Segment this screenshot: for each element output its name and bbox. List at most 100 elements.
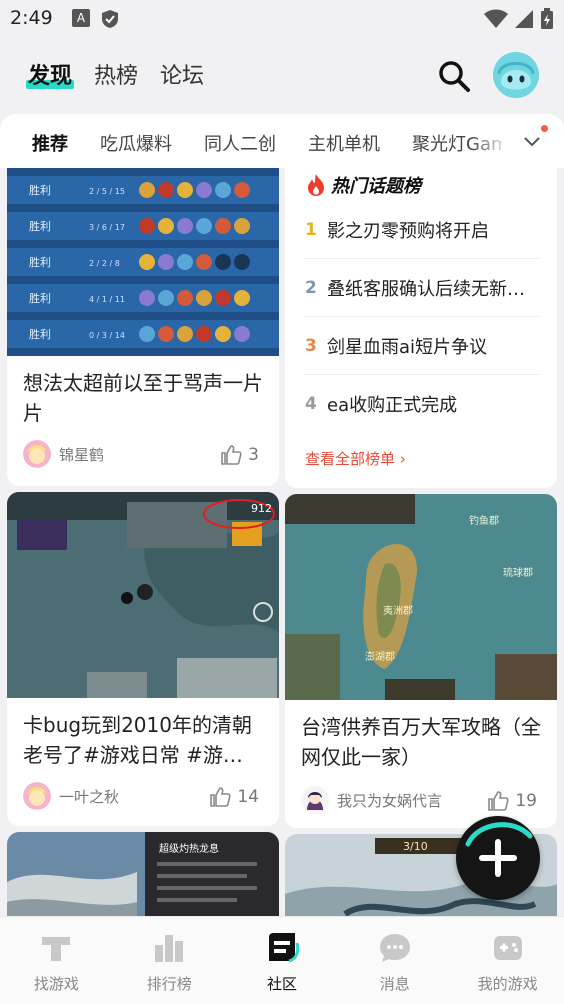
hot-topic-item[interactable]: 2 叠纸客服确认后续无新增氪金池 bbox=[305, 259, 539, 317]
nav-find-games[interactable]: 找游戏 bbox=[0, 917, 113, 1004]
subtab-fanart[interactable]: 同人二创 bbox=[204, 130, 276, 156]
match-stats: 2 / 2 / 8 bbox=[89, 259, 120, 268]
overlay-title: 超级灼热龙息 bbox=[159, 842, 219, 855]
item-icon bbox=[215, 254, 231, 270]
item-icon bbox=[139, 182, 155, 198]
chevron-down-icon[interactable] bbox=[522, 132, 542, 152]
tab-hot-list[interactable]: 热榜 bbox=[94, 58, 138, 90]
category-tabs: 推荐 吃瓜爆料 同人二创 主机单机 聚光灯Game bbox=[0, 114, 564, 168]
post-image-match-history: 胜利 2 / 5 / 15 胜利 3 / 6 / 17 胜利 2 / 2 / 8 胜利 4 /… bbox=[7, 168, 279, 356]
match-result: 胜利 bbox=[29, 219, 51, 233]
battery-charging-icon bbox=[541, 8, 553, 29]
item-icon bbox=[234, 290, 250, 306]
like-count: 19 bbox=[515, 791, 537, 811]
post-card[interactable]: 912 卡bug玩到2010年的清朝老号了#游戏日常 #游… 一叶之秋 14 bbox=[7, 492, 279, 826]
match-result: 胜利 bbox=[29, 327, 51, 341]
top-header: 发现 热榜 论坛 bbox=[0, 38, 564, 114]
like-count: 14 bbox=[237, 787, 259, 807]
svg-text:琉球郡: 琉球郡 bbox=[503, 566, 533, 579]
like-button[interactable]: 19 bbox=[487, 790, 537, 812]
svg-text:钓鱼郡: 钓鱼郡 bbox=[469, 514, 499, 527]
author-avatar bbox=[23, 440, 51, 468]
status-bar: 2:49 A bbox=[0, 0, 564, 38]
nav-my-games[interactable]: 我的游戏 bbox=[451, 917, 564, 1004]
item-icon bbox=[177, 218, 193, 234]
item-icon bbox=[215, 182, 231, 198]
feed-panel: 推荐 吃瓜爆料 同人二创 主机单机 聚光灯Game 胜利 2 / 5 / 15 胜利… bbox=[0, 114, 564, 934]
match-result: 胜利 bbox=[29, 183, 51, 197]
item-icon bbox=[158, 254, 174, 270]
thumbs-up-icon bbox=[488, 791, 509, 811]
tab-forum[interactable]: 论坛 bbox=[160, 58, 204, 90]
like-button[interactable]: 3 bbox=[220, 444, 259, 466]
post-title: 台湾供养百万大军攻略（全网仅此一家） bbox=[301, 715, 541, 769]
game-controller-icon bbox=[42, 937, 71, 961]
page-counter: 3/10 bbox=[403, 840, 428, 853]
status-time: 2:49 bbox=[10, 7, 53, 29]
item-icon bbox=[196, 218, 212, 234]
main-tabs: 发现 热榜 论坛 bbox=[25, 58, 204, 90]
hot-topic-item[interactable]: 3 剑星血雨ai短片争议 bbox=[305, 317, 539, 375]
author-avatar bbox=[23, 782, 51, 810]
post-title: 卡bug玩到2010年的清朝老号了#游戏日常 #游… bbox=[23, 713, 252, 767]
author-avatar bbox=[301, 786, 329, 814]
match-result: 胜利 bbox=[29, 291, 51, 305]
post-author[interactable]: 我只为女娲代言 bbox=[301, 786, 442, 814]
hot-topics-list: 1 影之刃零预购将开启 2 叠纸客服确认后续无新增氪金池 3 剑星血雨ai短片争… bbox=[305, 201, 539, 433]
match-stats: 4 / 1 / 11 bbox=[89, 295, 125, 304]
thumbs-up-icon bbox=[221, 445, 242, 465]
item-icon bbox=[177, 326, 193, 342]
notification-dot bbox=[541, 125, 548, 132]
user-avatar[interactable] bbox=[493, 52, 539, 98]
item-icon bbox=[234, 182, 250, 198]
bottom-navigation: 找游戏 排行榜 社区 消息 我的游戏 bbox=[0, 916, 564, 1004]
item-icon bbox=[158, 290, 174, 306]
wifi-icon bbox=[484, 9, 508, 28]
hot-topic-item[interactable]: 4 ea收购正式完成 bbox=[305, 375, 539, 433]
hud-value: 912 bbox=[251, 502, 272, 515]
item-icon bbox=[139, 326, 155, 342]
post-image-game-scene: 912 bbox=[7, 492, 279, 698]
like-button[interactable]: 14 bbox=[209, 786, 259, 808]
subtab-gossip[interactable]: 吃瓜爆料 bbox=[100, 130, 172, 156]
item-icon bbox=[215, 290, 231, 306]
match-stats: 0 / 3 / 14 bbox=[89, 331, 125, 340]
post-card[interactable]: 夷洲郡 钓鱼郡 琉球郡 澎湖郡 台湾供养百万大军攻略（全网仅此一家） 我只为女娲… bbox=[285, 494, 557, 828]
item-icon bbox=[139, 218, 155, 234]
plus-icon bbox=[465, 822, 533, 877]
hot-topic-item[interactable]: 1 影之刃零预购将开启 bbox=[305, 201, 539, 259]
nav-community[interactable]: 社区 bbox=[226, 917, 339, 1004]
post-author[interactable]: 一叶之秋 bbox=[23, 782, 119, 810]
post-card[interactable]: 胜利 2 / 5 / 15 胜利 3 / 6 / 17 胜利 2 / 2 / 8 胜利 4 /… bbox=[7, 168, 279, 486]
create-post-button[interactable] bbox=[456, 816, 540, 900]
shield-check-icon bbox=[102, 10, 118, 28]
item-icon bbox=[177, 254, 193, 270]
item-icon bbox=[196, 254, 212, 270]
view-all-rankings-link[interactable]: 查看全部榜单 › bbox=[305, 448, 406, 469]
match-stats: 2 / 5 / 15 bbox=[89, 187, 125, 196]
item-icon bbox=[196, 326, 212, 342]
hot-topics-title: 热门话题榜 bbox=[305, 172, 421, 198]
svg-text:夷洲郡: 夷洲郡 bbox=[383, 604, 413, 617]
item-icon bbox=[177, 290, 193, 306]
item-icon bbox=[158, 182, 174, 198]
item-icon bbox=[196, 290, 212, 306]
post-author[interactable]: 锦星鹤 bbox=[23, 440, 104, 468]
nav-rankings[interactable]: 排行榜 bbox=[113, 917, 226, 1004]
item-icon bbox=[139, 254, 155, 270]
ranking-icon bbox=[155, 935, 184, 962]
tab-discover[interactable]: 发现 bbox=[25, 58, 75, 90]
subtab-console[interactable]: 主机单机 bbox=[308, 130, 380, 156]
my-games-icon bbox=[493, 936, 522, 960]
item-icon bbox=[234, 254, 250, 270]
flame-icon bbox=[308, 174, 324, 196]
author-name: 锦星鹤 bbox=[59, 445, 105, 464]
subtab-recommend[interactable]: 推荐 bbox=[32, 130, 68, 156]
svg-text:澎湖郡: 澎湖郡 bbox=[365, 651, 395, 663]
match-result: 胜利 bbox=[29, 255, 51, 269]
search-icon[interactable] bbox=[436, 58, 472, 94]
item-icon bbox=[196, 182, 212, 198]
community-icon bbox=[268, 933, 299, 963]
item-icon bbox=[139, 290, 155, 306]
nav-messages[interactable]: 消息 bbox=[338, 917, 451, 1004]
